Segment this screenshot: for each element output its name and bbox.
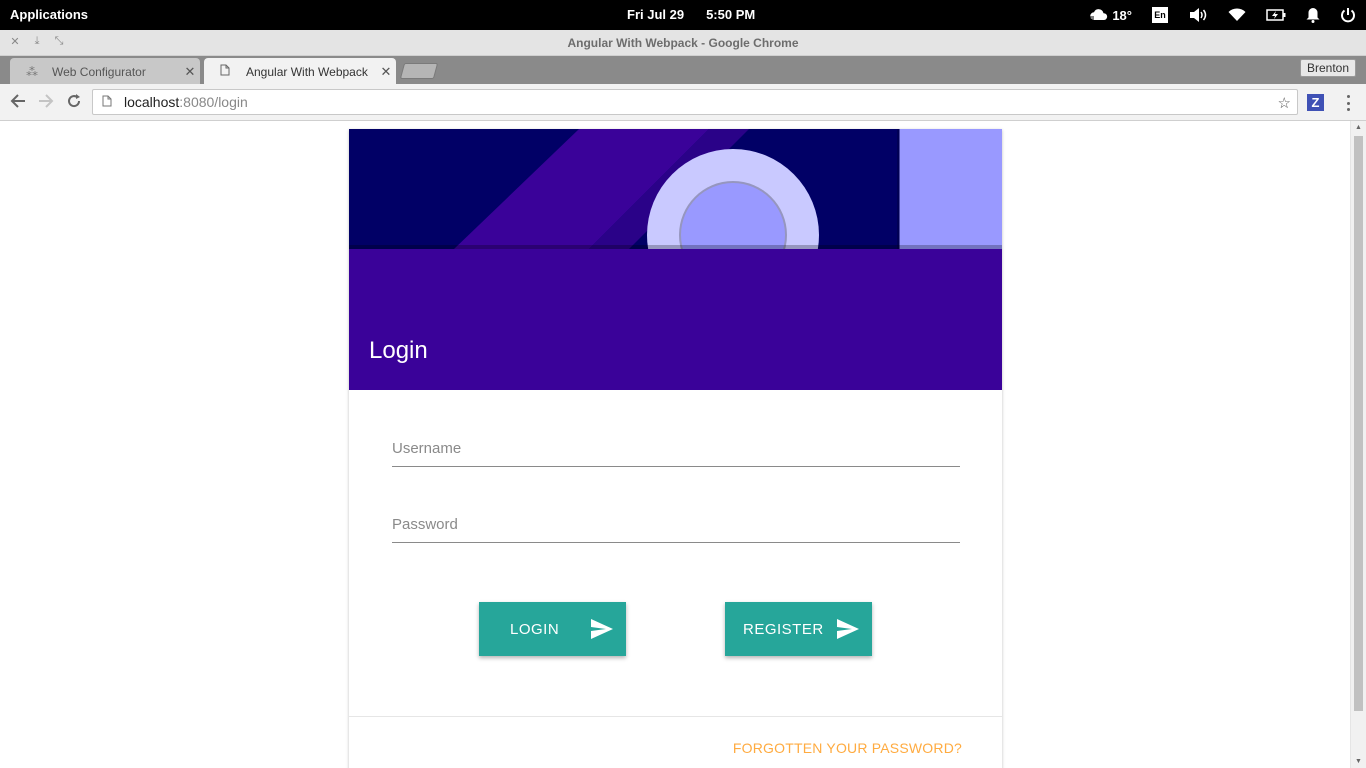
system-top-panel: Applications Fri Jul 29 5:50 PM 18° En: [0, 0, 1366, 30]
register-button[interactable]: REGISTER: [725, 602, 872, 656]
page-scrollbar[interactable]: ▲ ▼: [1350, 121, 1366, 768]
chrome-menu-icon[interactable]: [1340, 93, 1356, 113]
forward-arrow-icon: [38, 93, 54, 114]
tab-web-configurator[interactable]: ⁂ Web Configurator ✕: [10, 58, 200, 85]
forward-button[interactable]: [36, 93, 56, 113]
page-viewport: Login LOGIN REGISTER FORGOTTEN YOUR PASS…: [0, 121, 1350, 768]
password-field[interactable]: [392, 503, 960, 543]
tab-angular-with-webpack[interactable]: Angular With Webpack ✕: [204, 58, 396, 85]
applications-menu[interactable]: Applications: [10, 7, 88, 22]
scrollbar-thumb[interactable]: [1354, 136, 1363, 711]
clock-time: 5:50 PM: [706, 7, 756, 22]
power-icon: [1340, 7, 1356, 23]
back-arrow-icon: [10, 93, 26, 114]
card-header: Login: [349, 249, 1002, 390]
reload-icon: [66, 93, 82, 114]
url-path: :8080/login: [179, 94, 248, 110]
tab-label: Angular With Webpack: [246, 64, 368, 79]
password-input[interactable]: [392, 503, 960, 542]
wifi-icon: [1228, 8, 1246, 22]
scroll-down-arrow-icon[interactable]: ▼: [1355, 758, 1362, 765]
address-bar[interactable]: localhost:8080/login ☆: [92, 89, 1298, 115]
spinner-favicon-icon: ⁂: [26, 64, 38, 79]
weather-indicator[interactable]: 18°: [1078, 0, 1142, 30]
temperature-label: 18°: [1112, 7, 1132, 23]
back-button[interactable]: [8, 93, 28, 113]
volume-icon: [1188, 7, 1208, 23]
profile-button[interactable]: Brenton: [1299, 59, 1356, 77]
page-info-icon[interactable]: [102, 95, 116, 110]
window-titlebar[interactable]: ✕ ⤓ ⤡ Angular With Webpack - Google Chro…: [0, 30, 1366, 56]
send-icon: [836, 618, 860, 640]
send-icon: [590, 618, 614, 640]
volume-indicator[interactable]: [1178, 0, 1218, 30]
weather-icon: [1088, 8, 1108, 22]
tab-close-icon[interactable]: ✕: [180, 64, 200, 80]
clock-date: Fri Jul 29: [627, 7, 685, 22]
scroll-up-arrow-icon[interactable]: ▲: [1355, 124, 1362, 131]
tab-label: Web Configurator: [52, 64, 146, 79]
notification-bell-icon: [1306, 7, 1320, 23]
tab-strip: ⁂ Web Configurator ✕ Angular With Webpac…: [0, 56, 1366, 85]
page-favicon-icon: [220, 64, 236, 79]
reload-button[interactable]: [64, 93, 84, 113]
extension-z-icon[interactable]: Z: [1307, 94, 1324, 111]
url-host: localhost: [124, 94, 180, 110]
login-button[interactable]: LOGIN: [479, 602, 626, 656]
card-title: Login: [369, 337, 428, 364]
clock[interactable]: Fri Jul 29 5:50 PM: [627, 7, 755, 22]
login-button-label: LOGIN: [510, 620, 560, 638]
bookmark-star-icon[interactable]: ☆: [1278, 94, 1291, 112]
username-input[interactable]: [392, 427, 960, 466]
register-button-label: REGISTER: [743, 620, 824, 638]
login-card: Login LOGIN REGISTER FORGOTTEN YOUR PASS…: [349, 129, 1002, 768]
keyboard-layout-indicator[interactable]: En: [1142, 0, 1178, 30]
username-field[interactable]: [392, 427, 960, 467]
keyboard-layout-icon: En: [1152, 7, 1168, 23]
wifi-indicator[interactable]: [1218, 0, 1256, 30]
card-hero-image: [349, 129, 1002, 249]
window-title: Angular With Webpack - Google Chrome: [567, 36, 799, 50]
power-indicator[interactable]: [1330, 0, 1366, 30]
battery-indicator[interactable]: [1256, 0, 1296, 30]
card-divider: [349, 716, 1002, 717]
battery-icon: [1266, 9, 1286, 21]
browser-toolbar: localhost:8080/login ☆ Z: [0, 84, 1366, 121]
forgot-password-link[interactable]: FORGOTTEN YOUR PASSWORD?: [733, 740, 962, 756]
new-tab-button[interactable]: [399, 63, 439, 79]
notifications-indicator[interactable]: [1296, 0, 1330, 30]
tab-close-icon[interactable]: ✕: [376, 64, 396, 80]
